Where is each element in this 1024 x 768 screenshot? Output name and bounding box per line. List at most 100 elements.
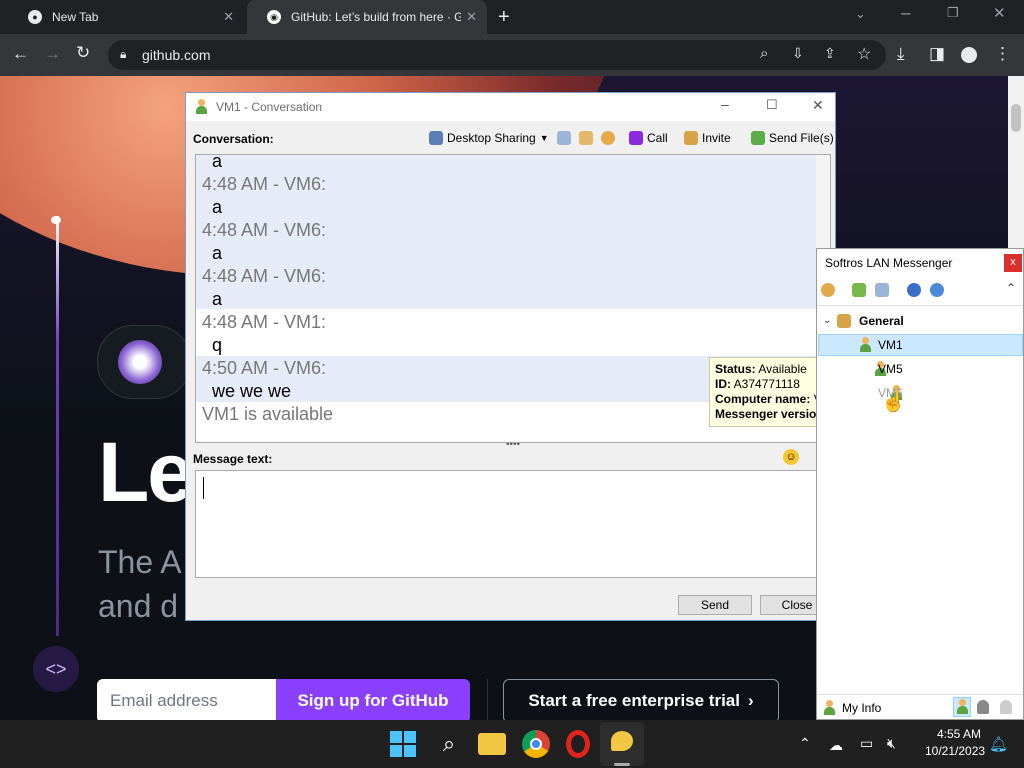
scrollbar-thumb[interactable] (1011, 104, 1021, 132)
close-window-icon[interactable]: ✕ (993, 4, 1006, 22)
status-offline-icon[interactable] (1000, 700, 1012, 714)
signup-button[interactable]: Sign up for GitHub (276, 679, 470, 720)
share-icon[interactable]: ⇪ (824, 45, 836, 62)
url-text[interactable]: github.com (142, 47, 210, 63)
display-icon[interactable]: ▭ (860, 735, 873, 752)
message-input[interactable] (195, 470, 831, 578)
hero-heading: Le (98, 425, 194, 519)
user-icon (195, 99, 207, 115)
message-header: 4:48 AM - VM1: (202, 312, 327, 332)
downloads-icon[interactable]: ⤓ (897, 44, 905, 64)
user-name[interactable]: VM1 (878, 338, 903, 352)
message-header: 4:48 AM - VM6: (202, 220, 327, 240)
chevron-up-icon[interactable]: ⌃ (799, 735, 811, 752)
send-button[interactable]: Send (678, 595, 752, 615)
my-info-label[interactable]: My Info (842, 701, 881, 715)
history-icon[interactable] (557, 131, 571, 145)
github-icon: ◉ (267, 10, 281, 24)
gear-icon[interactable] (821, 283, 835, 297)
enterprise-trial-button[interactable]: Start a free enterprise trial › (503, 679, 779, 720)
window-title: VM1 - Conversation (216, 100, 323, 114)
running-indicator (614, 763, 630, 766)
invite-button[interactable]: Invite (684, 129, 731, 147)
opera-icon[interactable] (566, 730, 590, 758)
message-text: a (212, 243, 223, 263)
tab-search-icon[interactable]: ⌄ (855, 6, 866, 22)
email-input[interactable]: Email address (97, 679, 276, 720)
desktop-sharing-button[interactable]: Desktop Sharing ▼ (429, 129, 549, 147)
side-panel-icon[interactable]: ◨ (929, 44, 945, 64)
tooltip-id-value: A374771118 (733, 377, 800, 391)
invite-label: Invite (702, 131, 731, 145)
code-icon: <> (33, 646, 79, 692)
divider (487, 679, 488, 720)
collapse-icon[interactable]: ⌃ (1006, 281, 1016, 295)
restore-icon[interactable]: ❐ (947, 5, 959, 21)
my-info-icon (823, 700, 835, 716)
messenger-taskbar-button[interactable] (600, 722, 644, 766)
maximize-icon[interactable]: ☐ (766, 97, 778, 113)
status-available-button[interactable] (953, 697, 971, 717)
minimize-icon[interactable]: – (721, 96, 729, 112)
github-octocat-icon (118, 340, 162, 384)
message-header: 4:48 AM - VM6: (202, 266, 327, 286)
message-text: a (212, 154, 223, 171)
history-icon[interactable] (875, 283, 889, 297)
chrome-icon[interactable] (522, 730, 550, 758)
cloud-icon[interactable]: ☁ (829, 737, 843, 754)
send-file-icon (751, 131, 765, 145)
group-label[interactable]: General (859, 314, 904, 328)
close-tab-icon[interactable]: ✕ (466, 9, 477, 25)
search-icon[interactable]: ⌕ (760, 45, 768, 62)
notification-bell-icon[interactable]: 🔔︎ (989, 735, 1008, 753)
message-text: q (212, 335, 223, 355)
back-icon[interactable]: ← (12, 44, 29, 64)
tooltip-version-key: Messenger version (715, 407, 824, 421)
file-explorer-icon[interactable] (478, 733, 506, 755)
group-icon (837, 314, 851, 328)
clock[interactable]: 4:55 AM 10/21/2023 (925, 727, 985, 758)
user-icon (859, 337, 871, 353)
help-icon[interactable] (907, 283, 921, 297)
message-header: 4:50 AM - VM6: (202, 358, 327, 378)
menu-icon[interactable]: ⋮ (994, 44, 1011, 64)
volume-muted-icon[interactable]: 🔇︎ (887, 735, 896, 752)
close-button[interactable]: x (1004, 254, 1022, 272)
new-tab-icon[interactable]: + (498, 6, 510, 29)
open-folder-icon[interactable] (852, 283, 866, 297)
bookmark-star-icon[interactable]: ☆ (857, 44, 871, 64)
message-text-label: Message text: (193, 452, 273, 466)
contacts-icon[interactable] (579, 131, 593, 145)
tooltip-id-key: ID: (715, 377, 731, 391)
tab-new-tab[interactable]: ● New Tab ✕ (8, 0, 244, 34)
tab-title: GitHub: Let’s build from here · Gi (291, 10, 461, 24)
close-icon[interactable]: ✕ (812, 97, 824, 114)
reload-icon[interactable]: ↻ (76, 43, 90, 63)
search-icon[interactable]: ⌕ (435, 730, 463, 758)
timeline-line (56, 216, 59, 636)
gear-icon[interactable] (601, 131, 615, 145)
desktop-sharing-label: Desktop Sharing (447, 131, 536, 145)
emoji-icon[interactable]: ☺ (783, 449, 799, 465)
install-icon[interactable]: ⇩ (792, 45, 804, 62)
send-files-button[interactable]: Send File(s) (751, 129, 834, 147)
messenger-footer: My Info (817, 694, 1023, 720)
tooltip-computer-key: Computer name: (715, 392, 811, 406)
close-tab-icon[interactable]: ✕ (223, 9, 234, 25)
minimize-icon[interactable]: – (901, 3, 910, 23)
user-row-selected[interactable] (818, 334, 1023, 356)
chevron-down-icon[interactable]: ⌄ (823, 315, 831, 326)
message-header: 4:48 AM - VM6: (202, 174, 327, 194)
lock-icon[interactable]: 🔒︎ (120, 47, 126, 62)
profile-icon[interactable] (961, 47, 977, 63)
user-name[interactable]: VM5 (878, 362, 903, 376)
info-icon[interactable] (930, 283, 944, 297)
monitor-icon (429, 131, 443, 145)
tab-github[interactable]: ◉ GitHub: Let’s build from here · Gi ✕ (247, 0, 487, 34)
address-bar[interactable]: 🔒︎ github.com ⌕ ⇩ ⇪ ☆ (108, 40, 886, 70)
windows-start-icon[interactable] (390, 731, 416, 757)
call-button[interactable]: Call (629, 129, 668, 147)
conversation-label: Conversation: (193, 132, 274, 146)
forward-icon[interactable]: → (44, 44, 61, 64)
status-away-icon[interactable] (977, 700, 989, 714)
